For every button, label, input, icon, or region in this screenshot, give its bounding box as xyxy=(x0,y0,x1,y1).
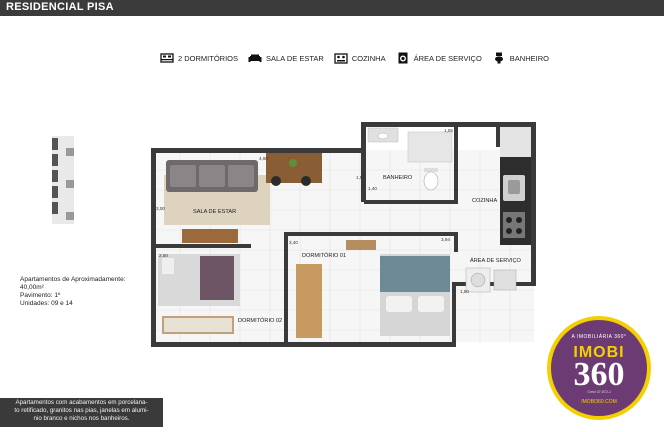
info-floor: Pavimento: 1º xyxy=(20,292,61,299)
info-units: Unidades: 09 e 14 xyxy=(20,300,73,307)
kitchen-counter xyxy=(500,127,531,245)
dimension-label: 1,40 xyxy=(368,186,377,191)
bedroom-2-furniture xyxy=(158,254,240,334)
note-line: nio branco e nichos nos banheiros. xyxy=(33,415,130,422)
room-label-kitchen: COZINHA xyxy=(472,198,498,204)
dimension-label: 4,60 xyxy=(259,156,268,161)
room-label-bathroom: BANHEIRO xyxy=(383,175,413,181)
info-area-value: 40,00m² xyxy=(20,284,44,291)
brand-badge-inner: A IMOBILIÁRIA 360° IMOBI 360 Creci 37.87… xyxy=(551,320,647,416)
dimension-label: 1,50 xyxy=(460,289,469,294)
dimension-label: 3,40 xyxy=(289,240,298,245)
room-label-service: ÁREA DE SERVIÇO xyxy=(470,258,521,264)
dimension-label: 1,55 xyxy=(444,128,453,133)
room-label-bedroom-1: DORMITÓRIO 01 xyxy=(302,253,347,259)
apartment-info: Apartamentos de Aproximadamente: 40,00m²… xyxy=(20,276,126,308)
dimension-label: 3,00 xyxy=(156,206,165,211)
room-label-living: SALA DE ESTAR xyxy=(193,209,237,215)
badge-number: 360 xyxy=(573,356,625,393)
dimension-label: 3,94 xyxy=(441,237,450,242)
dimension-label: 2,50 xyxy=(159,253,168,258)
dimension-label: 1,50 xyxy=(356,175,365,180)
note-line: Apartamentos com acabamentos em porcelan… xyxy=(15,399,148,406)
brand-badge: A IMOBILIÁRIA 360° IMOBI 360 Creci 37.87… xyxy=(547,316,651,420)
badge-tagline: A IMOBILIÁRIA 360° xyxy=(571,334,627,340)
finishes-note: Apartamentos com acabamentos em porcelan… xyxy=(0,398,163,427)
info-area-label: Apartamentos de Aproximadamente: xyxy=(20,276,126,283)
room-label-bedroom-2: DORMITÓRIO 02 xyxy=(238,318,283,324)
note-line: to retificado, granitos nas pias, janela… xyxy=(14,407,149,414)
badge-url: IMOBI360.COM xyxy=(581,399,617,405)
building-thumbnail xyxy=(52,136,74,224)
badge-creci: Creci 37.872-J xyxy=(587,390,611,394)
